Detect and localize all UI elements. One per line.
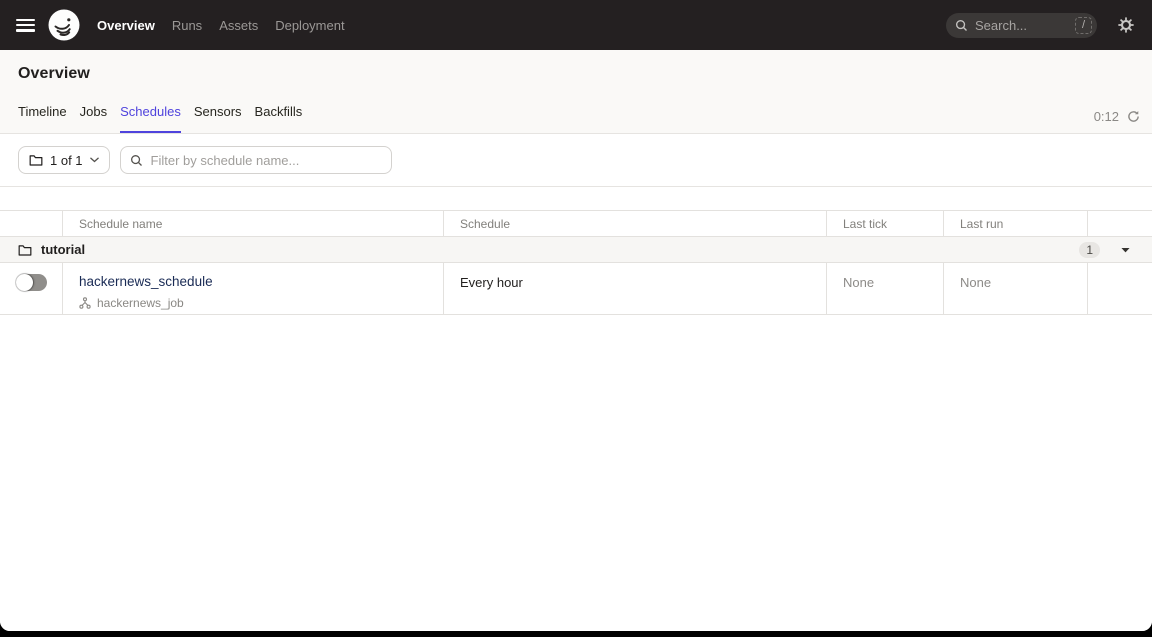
tab-jobs[interactable]: Jobs (80, 104, 107, 133)
tab-schedules[interactable]: Schedules (120, 104, 181, 133)
col-actions (1087, 211, 1152, 236)
caret-down-icon[interactable] (1121, 247, 1130, 253)
job-name-link[interactable]: hackernews_job (97, 296, 184, 310)
col-schedule: Schedule (443, 211, 826, 236)
last-run-cell: None (943, 263, 1087, 314)
schedule-cron-cell: Every hour (443, 263, 826, 314)
last-tick-cell: None (826, 263, 943, 314)
schedules-table: Schedule name Schedule Last tick Last ru… (0, 187, 1152, 631)
folder-icon (29, 154, 43, 166)
nav-item-assets[interactable]: Assets (219, 18, 258, 33)
overview-tabs: Timeline Jobs Schedules Sensors Backfill… (0, 104, 1152, 133)
settings-gear-icon[interactable] (1118, 17, 1134, 33)
tab-backfills[interactable]: Backfills (255, 104, 303, 133)
toggle-cell (0, 263, 62, 314)
schedule-name-cell: hackernews_schedule hackernews_job (62, 263, 443, 314)
tab-timeline[interactable]: Timeline (18, 104, 67, 133)
code-location-filter-dropdown[interactable]: 1 of 1 (18, 146, 110, 174)
menu-icon[interactable] (16, 19, 35, 32)
page-header: Overview Timeline Jobs Schedules Sensors… (0, 50, 1152, 134)
col-schedule-name: Schedule name (62, 211, 443, 236)
col-last-run: Last run (943, 211, 1087, 236)
repo-group-row[interactable]: tutorial 1 (0, 237, 1152, 263)
table-header-row: Schedule name Schedule Last tick Last ru… (0, 210, 1152, 237)
tab-sensors[interactable]: Sensors (194, 104, 242, 133)
nav-item-runs[interactable]: Runs (172, 18, 202, 33)
app-window: Overview Runs Assets Deployment Search..… (0, 0, 1152, 631)
global-search-input[interactable]: Search... / (946, 13, 1097, 38)
repo-group-count-badge: 1 (1079, 242, 1100, 258)
repo-group-name: tutorial (41, 242, 85, 257)
job-line: hackernews_job (79, 296, 443, 310)
refresh-icon[interactable] (1127, 110, 1140, 123)
top-navbar: Overview Runs Assets Deployment Search..… (0, 0, 1152, 50)
schedule-enabled-toggle[interactable] (16, 274, 47, 291)
job-icon (79, 297, 91, 309)
col-toggle (0, 211, 62, 236)
code-location-filter-label: 1 of 1 (50, 153, 83, 168)
filter-bar: 1 of 1 (0, 134, 1152, 187)
search-shortcut-badge: / (1075, 17, 1092, 34)
filter-search-icon (130, 154, 143, 167)
chevron-down-icon (90, 157, 99, 163)
nav-item-deployment[interactable]: Deployment (275, 18, 344, 33)
refresh-timer-text: 0:12 (1094, 109, 1119, 124)
schedule-name-link[interactable]: hackernews_schedule (79, 274, 213, 289)
search-placeholder: Search... (975, 18, 1027, 33)
schedule-filter-input[interactable] (120, 146, 392, 174)
nav-item-overview[interactable]: Overview (97, 18, 155, 33)
folder-icon (18, 244, 32, 256)
search-icon (955, 19, 968, 32)
col-last-tick: Last tick (826, 211, 943, 236)
row-actions-cell (1087, 263, 1152, 314)
schedule-row: hackernews_schedule hackernews_job Every… (0, 263, 1152, 315)
refresh-countdown: 0:12 (1094, 109, 1140, 133)
primary-nav: Overview Runs Assets Deployment (97, 18, 345, 33)
dagster-logo-icon (48, 9, 80, 41)
schedule-filter-wrap (120, 146, 392, 174)
page-title: Overview (18, 65, 1134, 83)
